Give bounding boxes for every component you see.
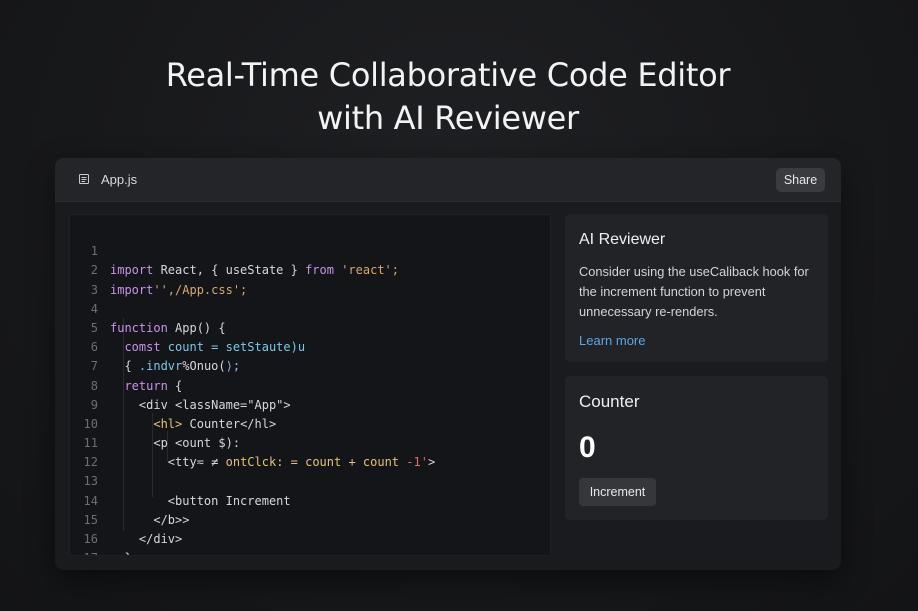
counter-value: 0 (579, 431, 596, 464)
code-line: 14 </b>> (70, 472, 550, 527)
increment-button[interactable]: Increment (579, 478, 656, 506)
code-line: 4 function App() { (70, 281, 550, 335)
code-line: 11 <tty≂ ≠ ontClck: = count + count -1'> (70, 415, 550, 469)
page: Real-Time Collaborative Code Editor with… (0, 0, 918, 611)
code-line: 3 (70, 261, 550, 297)
code-line: 13 <button Increment (70, 453, 550, 507)
code-line: 16 } (70, 511, 550, 555)
code-line: 17 } (70, 530, 550, 555)
learn-more-link[interactable]: Learn more (579, 332, 645, 350)
ai-reviewer-panel: AI Reviewer Consider using the useCaliba… (565, 214, 828, 362)
editor-window: App.js Share 1 import React, { useState … (55, 158, 841, 570)
editor-titlebar: App.js Share (55, 158, 841, 202)
counter-panel: Counter 0 Increment (565, 376, 828, 520)
code-line: 15 </div> (70, 492, 550, 546)
line-number: 17 (70, 549, 98, 555)
code-line: 5 comst count = setStaute)u (70, 300, 550, 354)
code-line: 6 { .indvr%Onuo(⟩; (70, 319, 550, 373)
file-tab-name[interactable]: App.js (101, 172, 137, 188)
headline-line-2: with AI Reviewer (317, 99, 579, 137)
code-line: 12 (70, 434, 550, 469)
code-line: 7 return { (70, 338, 550, 392)
code-line: 1 import React, { useState } from 'react… (70, 223, 550, 277)
code-editor[interactable]: 1 import React, { useState } from 'react… (69, 214, 551, 556)
counter-title: Counter (579, 392, 640, 411)
ai-reviewer-message: Consider using the useCaliback hook for … (579, 264, 809, 319)
code-line: 2 import'',/App.css'; (70, 242, 550, 296)
share-button[interactable]: Share (776, 168, 825, 192)
code-line: 10 <p <ount $): (70, 396, 550, 450)
code-content: 1 import React, { useState } from 'react… (70, 223, 550, 555)
headline-line-1: Real-Time Collaborative Code Editor (165, 56, 731, 94)
code-line: 8 <div <lassName="App"> (70, 357, 550, 412)
file-icon (79, 174, 89, 184)
page-headline: Real-Time Collaborative Code Editor with… (0, 54, 896, 140)
ai-reviewer-title: AI Reviewer (579, 231, 666, 248)
code-line: 9 <hl> Counter</hl> (70, 377, 550, 431)
